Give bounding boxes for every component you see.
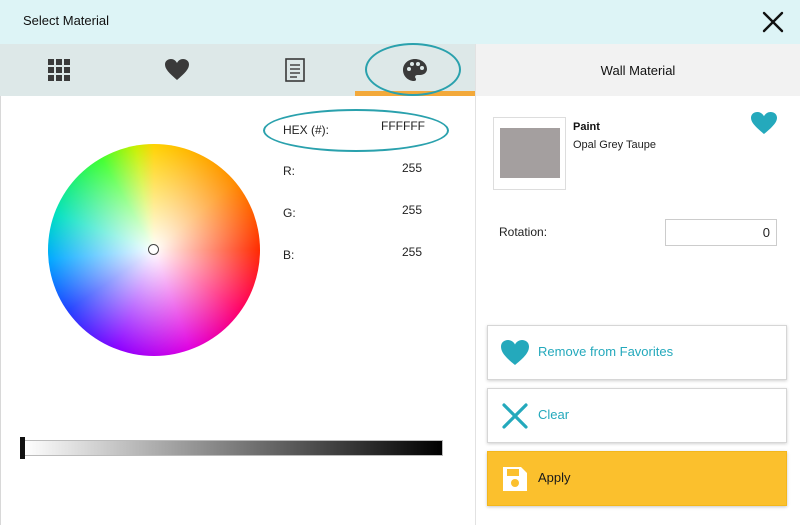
remove-from-favorites-label: Remove from Favorites (538, 344, 674, 359)
color-wheel-picker[interactable] (148, 244, 159, 255)
r-label: R: (283, 164, 295, 178)
clear-button[interactable]: Clear (487, 388, 787, 443)
apply-button[interactable]: Apply (487, 451, 787, 506)
title-bar (0, 0, 800, 44)
clear-label: Clear (538, 407, 570, 422)
document-icon (285, 58, 305, 82)
rotation-input[interactable] (665, 219, 777, 246)
heart-icon (165, 59, 189, 80)
heart-icon (751, 112, 777, 134)
apply-label: Apply (538, 470, 571, 485)
tab-details[interactable] (236, 44, 354, 96)
save-icon (503, 467, 527, 491)
tab-catalog[interactable] (0, 44, 118, 96)
rotation-label: Rotation: (499, 225, 548, 239)
brightness-slider-handle[interactable] (20, 437, 25, 459)
close-icon (762, 11, 784, 33)
material-swatch (500, 128, 560, 178)
close-button[interactable] (760, 9, 786, 35)
close-icon (502, 403, 528, 429)
g-value[interactable]: 255 (332, 203, 422, 217)
g-label: G: (283, 206, 296, 220)
heart-icon (501, 340, 529, 365)
tab-highlight-annotation (365, 43, 461, 96)
hex-highlight-annotation (263, 109, 449, 152)
b-value[interactable]: 255 (332, 245, 422, 259)
panel-header: Wall Material (476, 44, 800, 96)
r-value[interactable]: 255 (332, 161, 422, 175)
tab-favorites[interactable] (118, 44, 236, 96)
material-type: Paint (573, 121, 600, 133)
favorite-toggle[interactable] (750, 111, 778, 135)
panel-divider (475, 44, 476, 525)
remove-from-favorites-button[interactable]: Remove from Favorites (487, 325, 787, 380)
left-border (0, 96, 1, 525)
material-name: Opal Grey Taupe (573, 139, 656, 151)
b-label: B: (283, 248, 295, 262)
window-title: Select Material (23, 13, 109, 28)
material-thumbnail (493, 117, 566, 190)
brightness-slider[interactable] (22, 440, 443, 456)
grid-icon (48, 59, 70, 81)
